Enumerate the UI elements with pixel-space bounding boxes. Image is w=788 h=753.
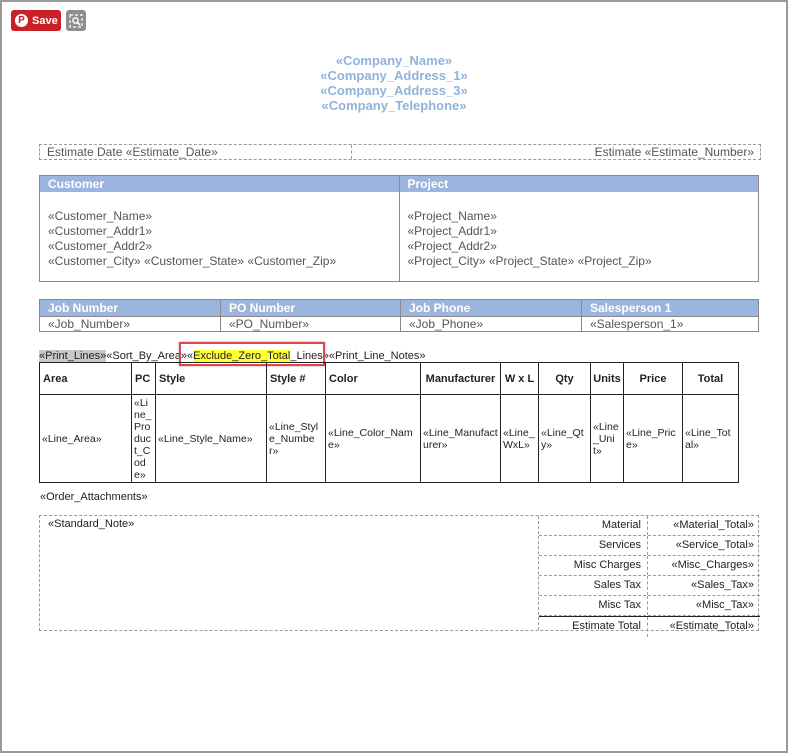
col-area: Area	[39, 362, 132, 395]
totals-row-misc-tax: Misc Tax «Misc_Tax»	[539, 596, 760, 616]
customer-addr1: «Customer_Addr1»	[48, 224, 153, 238]
cell-line-style-name: «Line_Style_Name»	[155, 394, 267, 483]
company-telephone: «Company_Telephone»	[321, 98, 467, 113]
print-lines-field: «Print_Lines»	[39, 350, 107, 362]
line-items-table: Area PC Style Style # Color Manufacturer…	[39, 362, 739, 483]
cell-line-area: «Line_Area»	[39, 394, 132, 483]
print-line-notes-field: «Print_Line_Notes»	[328, 350, 426, 362]
company-address-1: «Company_Address_1»	[320, 68, 468, 83]
estimate-number: Estimate «Estimate_Number»	[594, 145, 754, 159]
salesperson-header: Salesperson 1	[582, 300, 758, 316]
col-pc: PC	[131, 362, 156, 395]
cell-line-price: «Line_Price»	[623, 394, 683, 483]
salesperson-cell: Salesperson 1 «Salesperson_1»	[582, 300, 758, 331]
totals-label: Estimate Total	[539, 617, 648, 637]
cell-line-total: «Line_Total»	[682, 394, 739, 483]
job-phone-cell: Job Phone «Job_Phone»	[401, 300, 582, 331]
totals-label: Material	[539, 516, 648, 535]
col-style: Style	[155, 362, 267, 395]
totals-value: «Estimate_Total»	[669, 620, 754, 632]
job-number-cell: Job Number «Job_Number»	[40, 300, 221, 331]
col-style-number: Style #	[266, 362, 326, 395]
totals-label: Sales Tax	[539, 576, 648, 595]
sort-by-area-field: «Sort_By_Area»	[106, 350, 187, 362]
totals-section: Material «Material_Total» Services «Servic…	[538, 516, 760, 637]
cell-line-product-code: «Line_Product_Code»	[131, 394, 156, 483]
totals-value: «Material_Total»	[673, 519, 754, 531]
job-phone-header: Job Phone	[401, 300, 581, 316]
col-units: Units	[590, 362, 624, 395]
job-info-table: Job Number «Job_Number» PO Number «PO_Nu…	[39, 299, 759, 332]
company-address-3: «Company_Address_3»	[320, 83, 468, 98]
estimate-date: Estimate Date «Estimate_Date»	[40, 145, 352, 159]
totals-value: «Misc_Tax»	[695, 599, 754, 611]
project-header: Project	[399, 176, 758, 192]
project-column: Project «Project_Name» «Project_Addr1» «…	[398, 176, 758, 281]
cell-line-manufacturer: «Line_Manufacturer»	[420, 394, 501, 483]
notes-totals-table: «Standard_Note» Material «Material_Total»…	[39, 515, 760, 637]
visual-search-button[interactable]	[66, 10, 86, 31]
po-number-header: PO Number	[221, 300, 400, 316]
col-price: Price	[623, 362, 683, 395]
customer-name: «Customer_Name»	[48, 209, 153, 223]
project-addr1: «Project_Addr1»	[407, 224, 497, 238]
col-wxl: W x L	[500, 362, 539, 395]
col-total: Total	[682, 362, 739, 395]
pinterest-save-button[interactable]: P Save	[11, 10, 61, 31]
customer-project-table: Customer «Customer_Name» «Customer_Addr1…	[39, 175, 759, 282]
cell-line-style-number: «Line_Style_Number»	[266, 394, 326, 483]
project-city-state-zip: «Project_City» «Project_State» «Project_…	[407, 254, 652, 268]
totals-label: Misc Tax	[539, 596, 648, 615]
cell-line-qty: «Line_Qty»	[538, 394, 591, 483]
salesperson-value: «Salesperson_1»	[582, 316, 758, 331]
standard-note-field: «Standard_Note»	[48, 518, 135, 530]
totals-row-estimate-total: Estimate Total «Estimate_Total»	[539, 616, 760, 637]
project-addr2: «Project_Addr2»	[407, 239, 497, 253]
zoom-search-icon	[69, 13, 83, 28]
customer-city-state-zip: «Customer_City» «Customer_State» «Custom…	[48, 254, 337, 268]
table-row: «Line_Area» «Line_Product_Code» «Line_St…	[39, 394, 739, 483]
customer-header: Customer	[40, 176, 399, 192]
customer-addr2: «Customer_Addr2»	[48, 239, 153, 253]
totals-value: «Sales_Tax»	[691, 579, 754, 591]
totals-row-misc-charges: Misc Charges «Misc_Charges»	[539, 556, 760, 576]
po-number-value: «PO_Number»	[221, 316, 400, 331]
job-number-header: Job Number	[40, 300, 220, 316]
customer-column: Customer «Customer_Name» «Customer_Addr1…	[40, 176, 399, 281]
totals-row-services: Services «Service_Total»	[539, 536, 760, 556]
cell-line-color-name: «Line_Color_Name»	[325, 394, 421, 483]
company-name: «Company_Name»	[335, 53, 453, 68]
col-color: Color	[325, 362, 421, 395]
col-qty: Qty	[538, 362, 591, 395]
cell-line-wxl: «Line_WxL»	[500, 394, 539, 483]
totals-value: «Service_Total»	[675, 539, 754, 551]
estimate-row: Estimate Date «Estimate_Date» Estimate «…	[39, 144, 761, 160]
col-manufacturer: Manufacturer	[420, 362, 501, 395]
job-phone-value: «Job_Phone»	[401, 316, 581, 331]
project-name: «Project_Name»	[407, 209, 497, 223]
totals-label: Services	[539, 536, 648, 555]
order-attachments-field: «Order_Attachments»	[40, 491, 148, 503]
cell-line-unit: «Line_Unit»	[590, 394, 624, 483]
line-items-header-row: Area PC Style Style # Color Manufacturer…	[39, 362, 739, 395]
totals-value: «Misc_Charges»	[671, 559, 754, 571]
save-label: Save	[32, 14, 58, 27]
totals-label: Misc Charges	[539, 556, 648, 575]
totals-row-material: Material «Material_Total»	[539, 516, 760, 536]
pinterest-icon: P	[15, 14, 28, 27]
job-number-value: «Job_Number»	[40, 316, 220, 331]
totals-row-sales-tax: Sales Tax «Sales_Tax»	[539, 576, 760, 596]
po-number-cell: PO Number «PO_Number»	[221, 300, 401, 331]
